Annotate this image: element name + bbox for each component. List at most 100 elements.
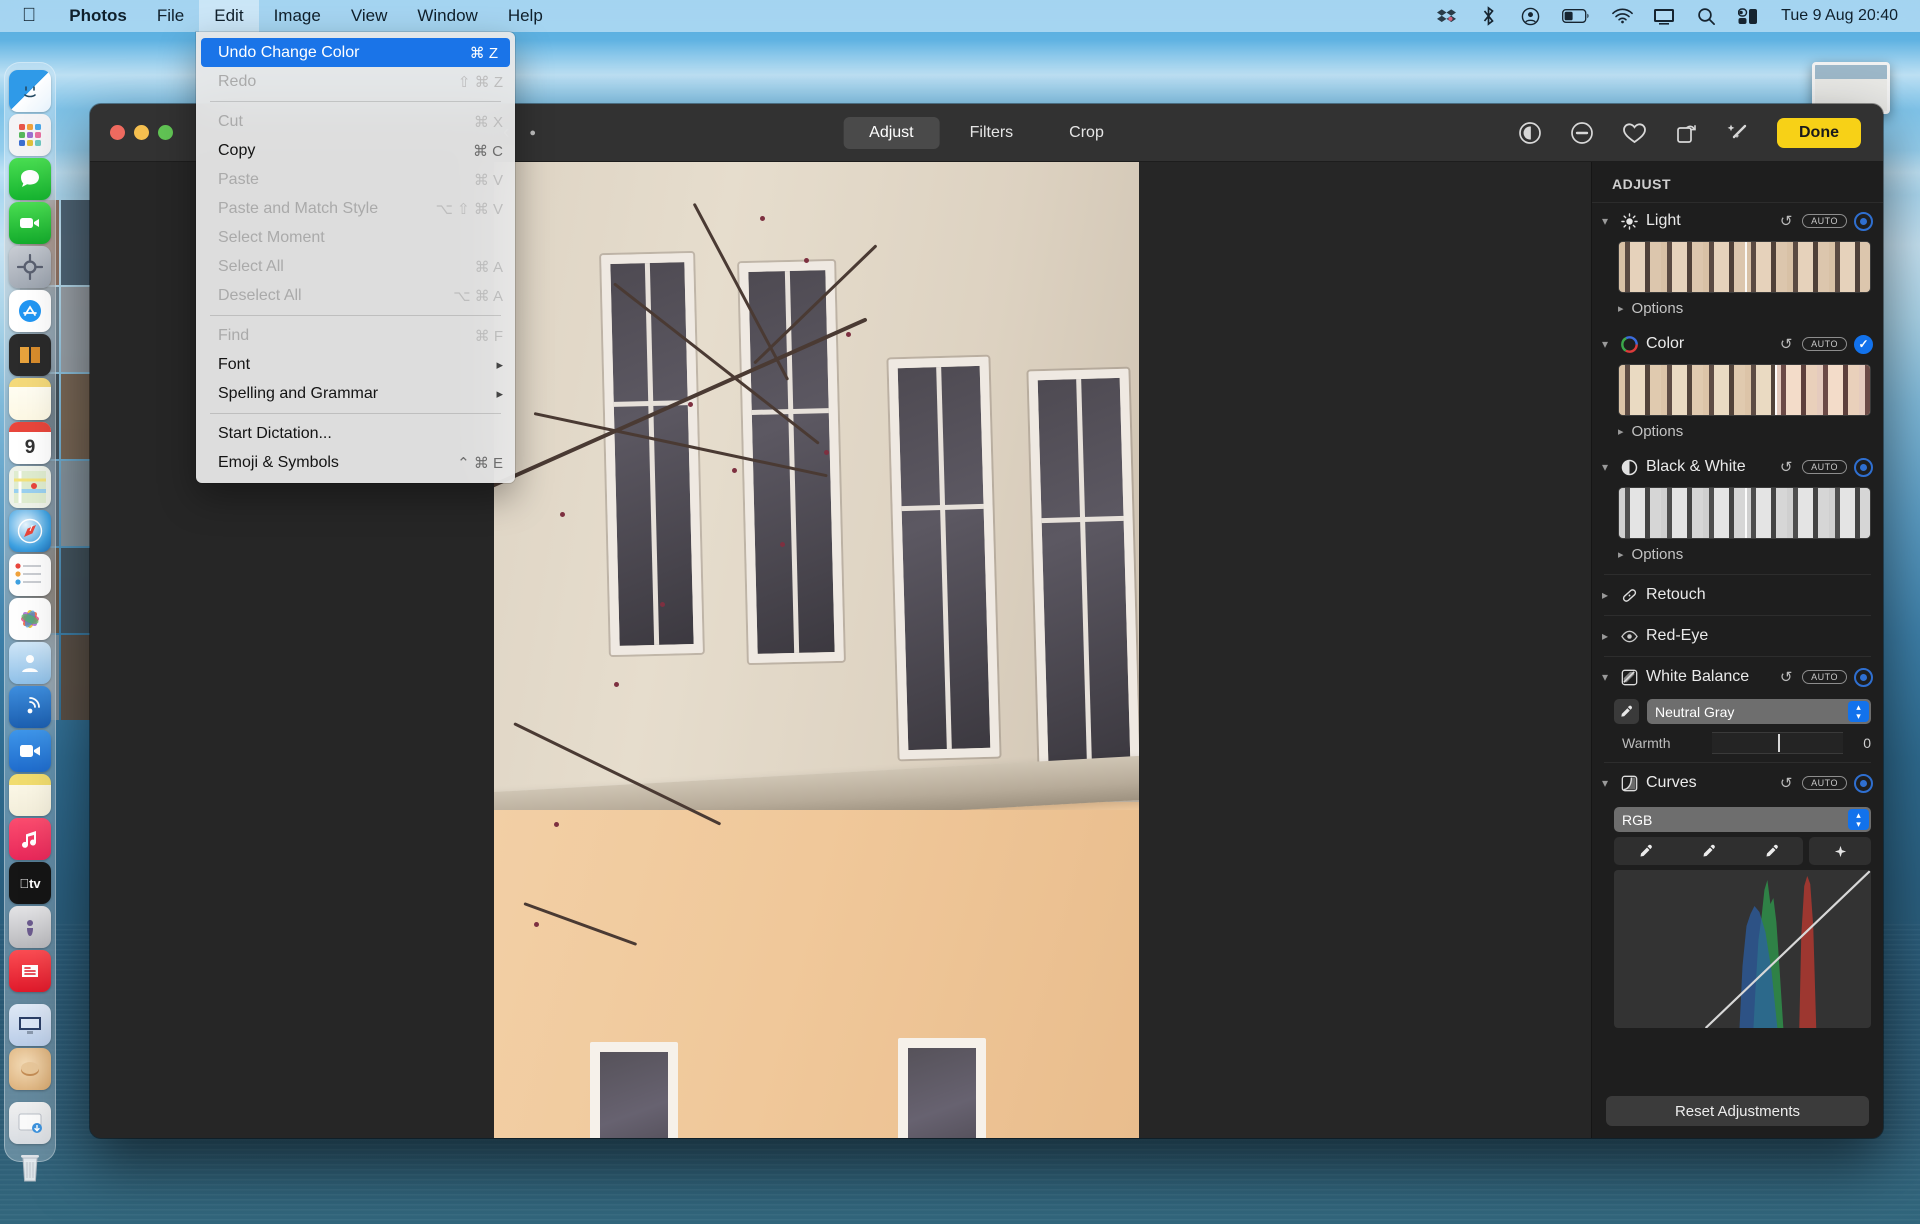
dock-item-notes[interactable] xyxy=(9,378,51,420)
minimize-button[interactable] xyxy=(134,125,149,140)
chevron-down-icon[interactable]: ▾ xyxy=(1598,670,1612,684)
revert-icon[interactable]: ↺ xyxy=(1777,335,1795,353)
adjust-section-light[interactable]: ▾ Light ↺ AUTO xyxy=(1592,203,1883,239)
dock-item-books[interactable] xyxy=(9,334,51,376)
dock-item-podcasts[interactable] xyxy=(9,906,51,948)
menu-item-redo[interactable]: Redo ⇧ ⌘ Z xyxy=(196,67,515,96)
menu-view[interactable]: View xyxy=(336,0,403,32)
menu-item-paste[interactable]: Paste ⌘ V xyxy=(196,165,515,194)
color-options-row[interactable]: ▸ Options xyxy=(1592,418,1883,449)
auto-button[interactable]: AUTO xyxy=(1802,776,1847,790)
eyedropper-icon[interactable] xyxy=(1614,699,1639,724)
menu-bar-clock[interactable]: Tue 9 Aug 20:40 xyxy=(1779,7,1898,25)
chevron-right-icon[interactable]: ▸ xyxy=(1598,629,1612,643)
zoom-button[interactable] xyxy=(158,125,173,140)
menu-item-spelling-and-grammar[interactable]: Spelling and Grammar ▸ xyxy=(196,379,515,408)
color-enable-toggle[interactable] xyxy=(1854,334,1873,354)
dock-item-music[interactable] xyxy=(9,818,51,860)
dock-item-finder[interactable] xyxy=(9,70,51,112)
menu-item-emoji-and-symbols[interactable]: Emoji & Symbols ⌃ ⌘ E xyxy=(196,448,515,477)
dock-item-messages[interactable] xyxy=(9,158,51,200)
dock-item-app-store[interactable] xyxy=(9,290,51,332)
bluetooth-icon[interactable] xyxy=(1477,5,1499,27)
gray-point-eyedropper-icon[interactable] xyxy=(1677,837,1740,865)
dock-item-safari[interactable] xyxy=(9,510,51,552)
dock-item-facetime[interactable] xyxy=(9,202,51,244)
menu-item-copy[interactable]: Copy ⌘ C xyxy=(196,136,515,165)
chevron-right-icon[interactable]: ▸ xyxy=(1598,588,1612,602)
menu-edit[interactable]: Edit xyxy=(199,0,259,32)
color-preview-strip[interactable] xyxy=(1618,364,1871,416)
adjust-section-retouch[interactable]: ▸ Retouch xyxy=(1592,577,1883,613)
white-balance-enable-toggle[interactable] xyxy=(1854,667,1873,687)
revert-icon[interactable]: ↺ xyxy=(1777,212,1795,230)
menu-photos[interactable]: Photos xyxy=(54,0,142,32)
user-account-icon[interactable] xyxy=(1519,5,1541,27)
chevron-right-icon[interactable]: ▸ xyxy=(1618,548,1624,561)
menu-item-select-moment[interactable]: Select Moment xyxy=(196,223,515,252)
auto-button[interactable]: AUTO xyxy=(1802,337,1847,351)
chevron-down-icon[interactable]: ▾ xyxy=(1598,214,1612,228)
menu-item-select-all[interactable]: Select All ⌘ A xyxy=(196,252,515,281)
search-icon[interactable] xyxy=(1695,5,1717,27)
remove-icon[interactable] xyxy=(1569,120,1595,146)
black-white-options-row[interactable]: ▸ Options xyxy=(1592,541,1883,572)
chevron-right-icon[interactable]: ▸ xyxy=(1618,425,1624,438)
warmth-slider-row[interactable]: Warmth 0 xyxy=(1592,728,1883,760)
curves-enable-toggle[interactable] xyxy=(1854,773,1873,793)
adjust-section-color[interactable]: ▾ Color ↺ AUTO xyxy=(1592,326,1883,362)
warmth-slider-knob[interactable] xyxy=(1777,734,1780,752)
warmth-slider[interactable] xyxy=(1712,732,1843,754)
curves-graph[interactable] xyxy=(1614,870,1871,1028)
dock-item-airdrop[interactable] xyxy=(9,686,51,728)
dock-item-keynote[interactable] xyxy=(9,1004,51,1046)
dock-item-contacts[interactable] xyxy=(9,642,51,684)
close-button[interactable] xyxy=(110,125,125,140)
chevron-down-icon[interactable]: ▾ xyxy=(1598,460,1612,474)
menu-item-undo-change-color[interactable]: Undo Change Color ⌘ Z xyxy=(201,38,510,67)
black-point-eyedropper-icon[interactable] xyxy=(1614,837,1677,865)
chevron-right-icon[interactable]: ▸ xyxy=(1618,302,1624,315)
apple-logo-icon[interactable]:  xyxy=(0,0,54,32)
adjust-section-curves[interactable]: ▾ Curves ↺ AUTO xyxy=(1592,765,1883,801)
dock-item-video[interactable] xyxy=(9,730,51,772)
adjust-section-black-and-white[interactable]: ▾ Black & White ↺ AUTO xyxy=(1592,449,1883,485)
dock-item-stickies[interactable] xyxy=(9,774,51,816)
black-white-enable-toggle[interactable] xyxy=(1854,457,1873,477)
control-center-icon[interactable] xyxy=(1737,5,1759,27)
menu-item-paste-and-match-style[interactable]: Paste and Match Style ⌥ ⇧ ⌘ V xyxy=(196,194,515,223)
auto-button[interactable]: AUTO xyxy=(1802,214,1847,228)
done-button[interactable]: Done xyxy=(1777,117,1861,148)
revert-icon[interactable]: ↺ xyxy=(1777,458,1795,476)
chevron-up-down-icon[interactable]: ▴ ▾ xyxy=(1848,809,1869,830)
display-icon[interactable] xyxy=(1653,5,1675,27)
white-point-eyedropper-icon[interactable] xyxy=(1740,837,1803,865)
dock-item-trash[interactable] xyxy=(9,1146,51,1188)
adjust-sections[interactable]: ▾ Light ↺ AUTO ▸ Options ▾ Color ↺ AUTO … xyxy=(1592,203,1883,1090)
add-point-icon[interactable] xyxy=(1809,837,1871,865)
reset-adjustments-button[interactable]: Reset Adjustments xyxy=(1606,1096,1869,1126)
chevron-down-icon[interactable]: ▾ xyxy=(1598,337,1612,351)
auto-button[interactable]: AUTO xyxy=(1802,670,1847,684)
black-white-preview-strip[interactable] xyxy=(1618,487,1871,539)
menu-item-start-dictation[interactable]: Start Dictation... xyxy=(196,419,515,448)
dock-item-reminders[interactable] xyxy=(9,554,51,596)
menu-item-find[interactable]: Find ⌘ F xyxy=(196,321,515,350)
adjust-section-red-eye[interactable]: ▸ Red-Eye xyxy=(1592,618,1883,654)
menu-help[interactable]: Help xyxy=(493,0,558,32)
menu-window[interactable]: Window xyxy=(402,0,492,32)
menu-image[interactable]: Image xyxy=(259,0,336,32)
dock-item-preview[interactable] xyxy=(9,1048,51,1090)
dock-item-system-preferences[interactable] xyxy=(9,246,51,288)
tab-adjust[interactable]: Adjust xyxy=(843,116,940,149)
tab-crop[interactable]: Crop xyxy=(1043,117,1130,149)
menu-file[interactable]: File xyxy=(142,0,199,32)
dock-item-apple-tv[interactable]: tv xyxy=(9,862,51,904)
dock-item-news[interactable] xyxy=(9,950,51,992)
revert-icon[interactable]: ↺ xyxy=(1777,668,1795,686)
white-balance-mode-select[interactable]: Neutral Gray ▴ ▾ xyxy=(1647,699,1871,724)
chevron-up-down-icon[interactable]: ▴ ▾ xyxy=(1848,701,1869,722)
light-enable-toggle[interactable] xyxy=(1854,211,1873,231)
curves-channel-select[interactable]: RGB ▴ ▾ xyxy=(1614,807,1871,832)
dock-item-maps[interactable] xyxy=(9,466,51,508)
